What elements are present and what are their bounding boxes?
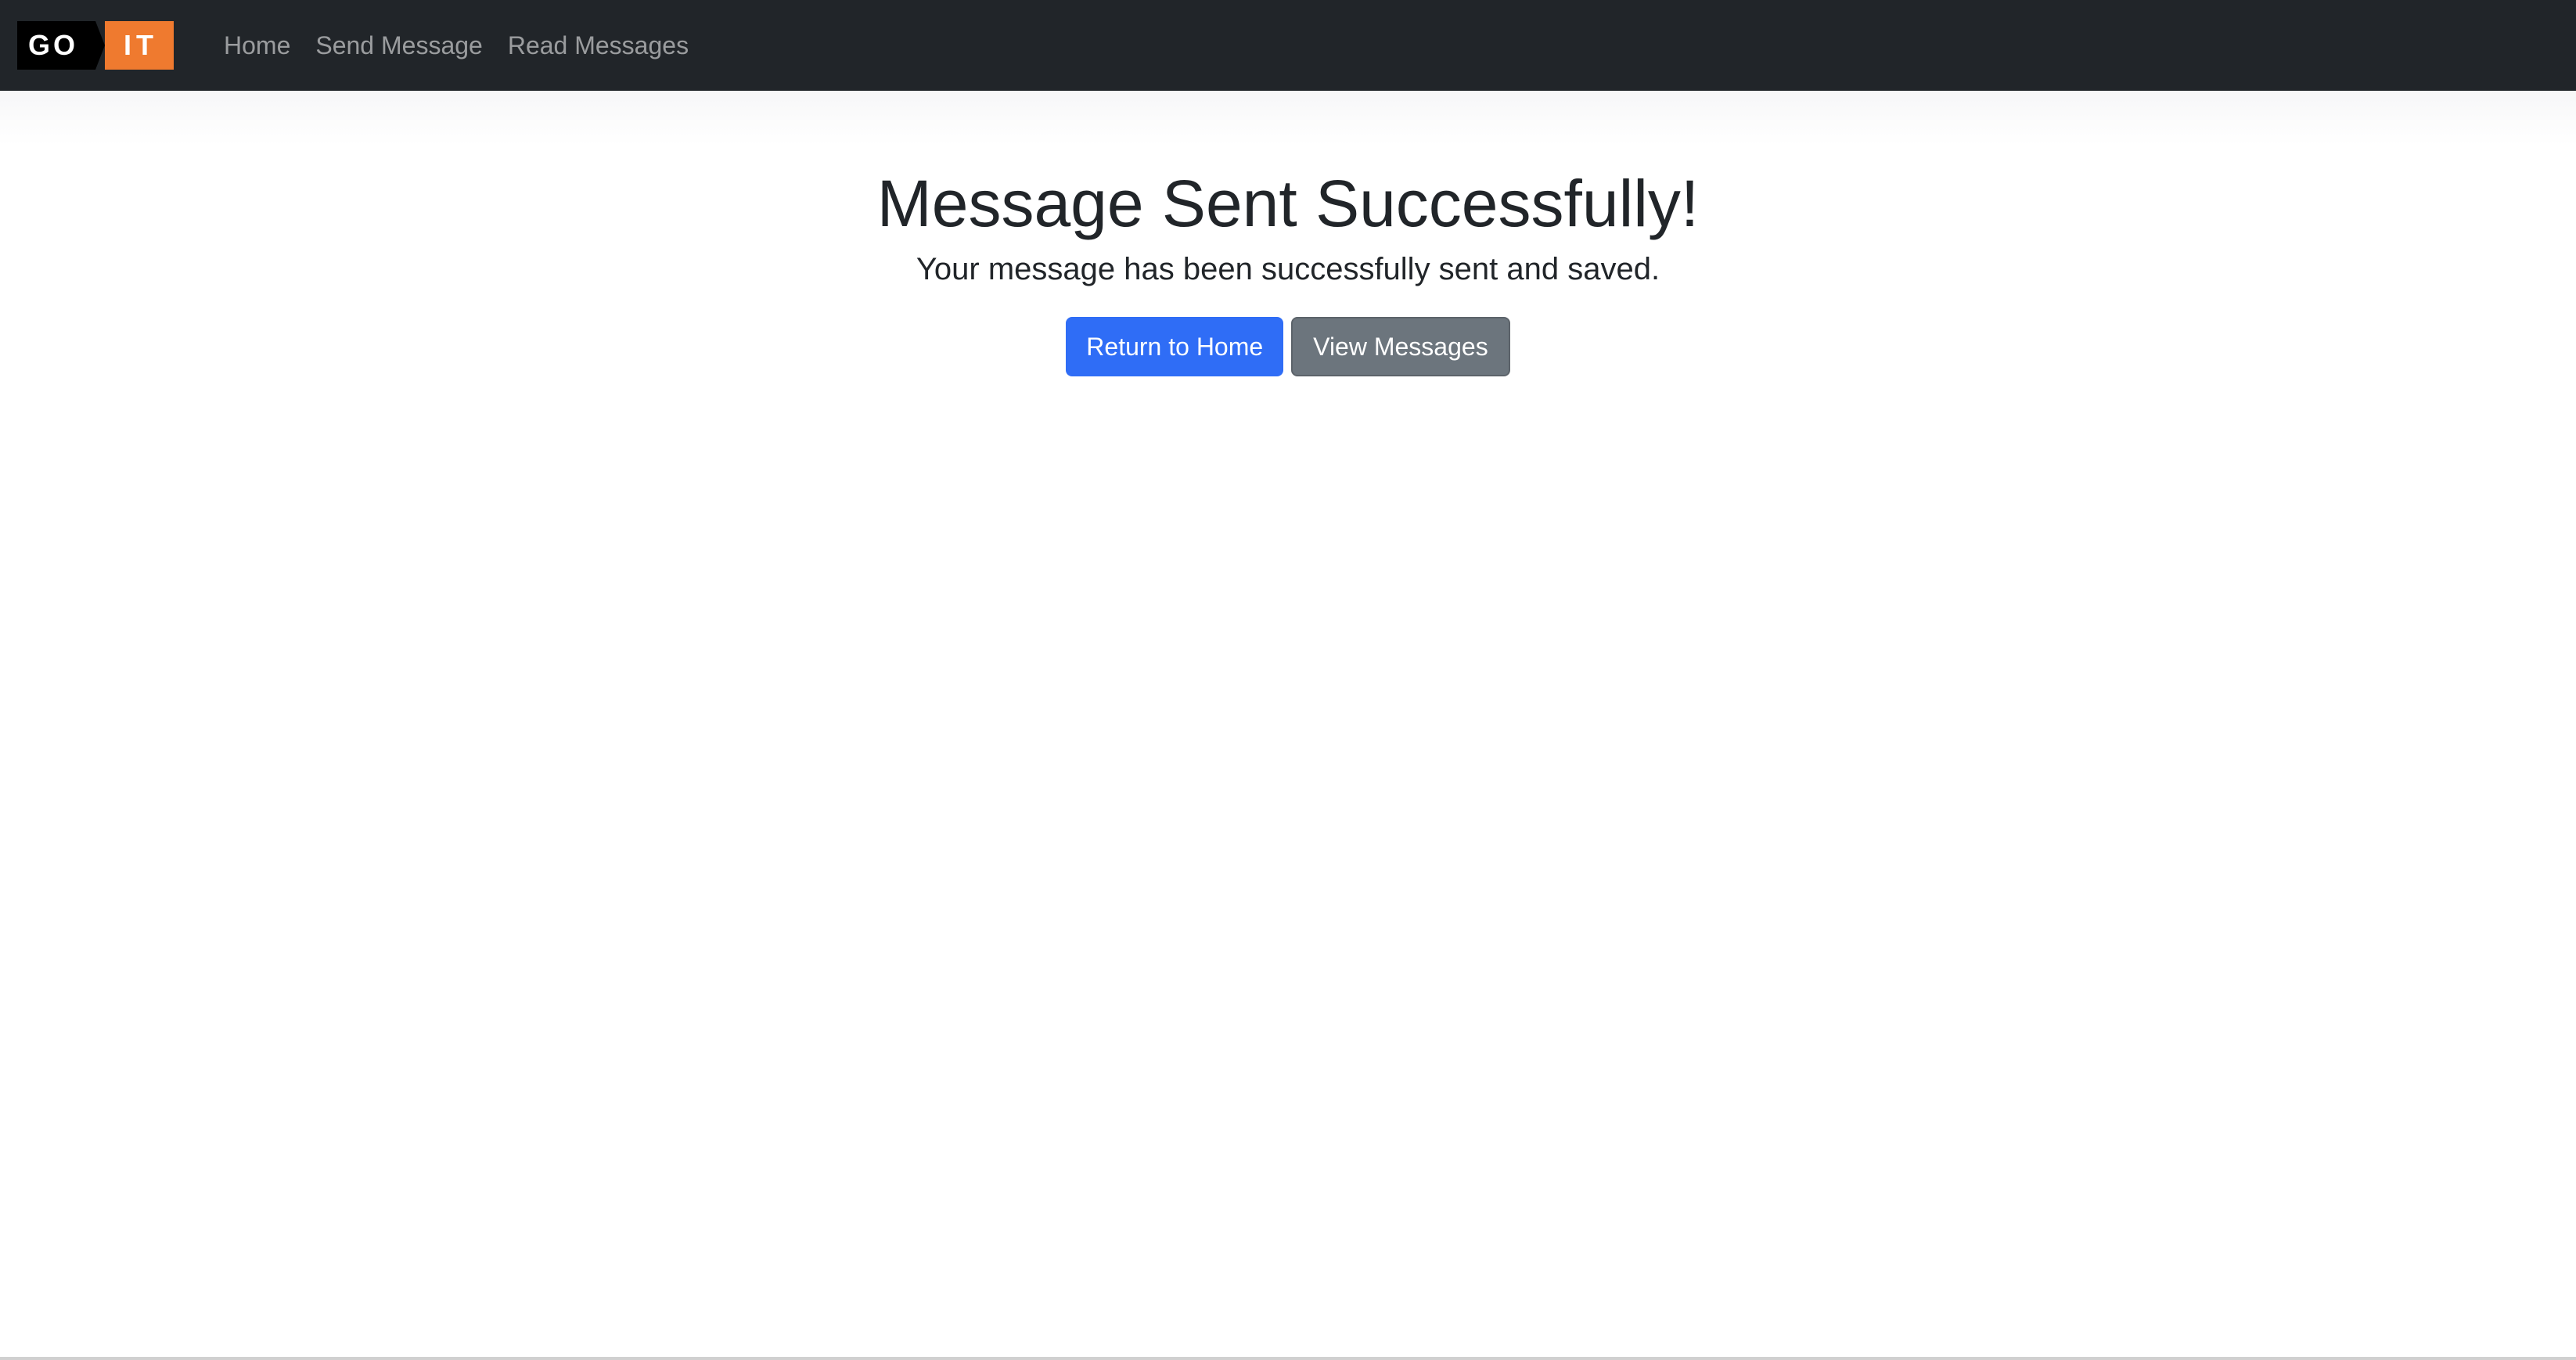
action-buttons: Return to Home View Messages — [0, 317, 2576, 377]
nav-link-home[interactable]: Home — [211, 0, 303, 91]
page-title: Message Sent Successfully! — [876, 167, 1700, 240]
window-bottom-edge — [0, 1357, 2576, 1360]
logo-arrow-icon — [95, 21, 105, 70]
brand-logo[interactable]: GO IT — [17, 21, 174, 70]
return-home-button[interactable]: Return to Home — [1066, 317, 1284, 377]
nav-links: Home Send Message Read Messages — [211, 0, 701, 91]
logo-it: IT — [105, 21, 174, 70]
view-messages-button[interactable]: View Messages — [1291, 317, 1510, 377]
logo-go: GO — [17, 21, 95, 70]
nav-link-read-messages[interactable]: Read Messages — [495, 0, 701, 91]
navbar: GO IT Home Send Message Read Messages — [0, 0, 2576, 91]
success-message: Your message has been successfully sent … — [916, 252, 1660, 287]
nav-link-send-message[interactable]: Send Message — [303, 0, 495, 91]
main-content: Message Sent Successfully! Your message … — [0, 91, 2576, 377]
